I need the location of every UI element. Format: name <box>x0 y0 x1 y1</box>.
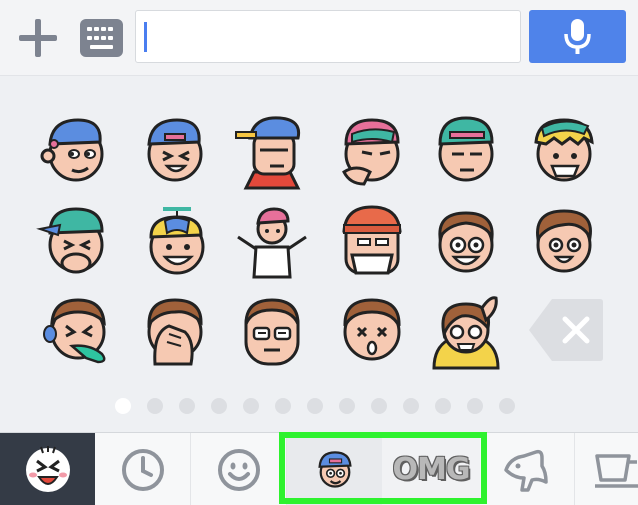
sticker-boy-shrugging[interactable] <box>232 203 312 283</box>
sticker-boy-cap-laughing[interactable] <box>135 112 215 192</box>
page-dot-active <box>115 398 131 414</box>
sticker-boy-covering-mouth[interactable] <box>36 203 116 283</box>
plus-icon[interactable] <box>16 16 60 60</box>
page-dot <box>467 398 483 414</box>
sticker-boy-beanie-mask[interactable] <box>332 203 412 283</box>
page-dot <box>371 398 387 414</box>
sticker-image <box>147 298 203 366</box>
sticker-blond-boy-grin[interactable] <box>524 112 604 192</box>
sticker-boy-green-cap-bored[interactable] <box>426 112 506 192</box>
tab-line-sticker-pack[interactable] <box>0 433 95 505</box>
page-dot <box>499 398 515 414</box>
sticker-image <box>235 116 301 190</box>
page-dot <box>435 398 451 414</box>
cup-icon <box>595 453 638 488</box>
sticker-image <box>343 298 401 361</box>
backspace-icon <box>529 299 603 361</box>
sticker-image <box>237 207 307 279</box>
sticker-image <box>534 118 594 182</box>
sticker-boy-propeller-cap[interactable] <box>135 203 215 283</box>
omg-text-icon: OMG <box>392 452 471 487</box>
clock-icon <box>121 448 164 491</box>
sticker-image <box>432 296 500 370</box>
sticker-image <box>36 207 104 274</box>
sticker-image <box>342 118 400 186</box>
page-dot <box>275 398 291 414</box>
page-dot <box>179 398 195 414</box>
tab-recent[interactable] <box>95 433 191 505</box>
sticker-image <box>438 211 494 273</box>
sticker-girl-nervous[interactable] <box>426 292 506 372</box>
tab-emoji[interactable] <box>191 433 287 505</box>
sticker-boy-cap-smug[interactable] <box>36 112 116 192</box>
sticker-boy-vomiting[interactable] <box>36 292 116 372</box>
sticker-image <box>147 118 203 182</box>
sticker-nerd-smiling[interactable] <box>426 203 506 283</box>
sticker-image <box>438 116 494 182</box>
keyboard-icon[interactable] <box>80 19 123 57</box>
microphone-icon <box>564 19 591 54</box>
page-dot <box>307 398 323 414</box>
sticker-image <box>40 118 104 182</box>
sticker-boy-backward-cap-cool[interactable] <box>232 112 312 192</box>
sticker-image <box>342 205 402 275</box>
tab-cup-pack[interactable] <box>575 433 638 505</box>
message-input-bar <box>0 0 638 76</box>
delete-button[interactable] <box>528 297 604 363</box>
page-indicator <box>115 398 515 414</box>
sticker-nerd-glasses[interactable] <box>232 292 312 372</box>
sticker-boy-happy[interactable] <box>524 203 604 283</box>
text-caret <box>144 22 147 52</box>
page-dot <box>243 398 259 414</box>
page-dot <box>339 398 355 414</box>
sticker-image <box>244 298 300 366</box>
sticker-image <box>536 209 592 273</box>
sticker-boy-dizzy[interactable] <box>332 292 412 372</box>
tab-dog-pack[interactable] <box>480 433 575 505</box>
sticker-boy-facepalm[interactable] <box>135 292 215 372</box>
sticker-image <box>149 207 205 275</box>
tab-omg-pack[interactable]: OMG <box>382 433 480 505</box>
microphone-button[interactable] <box>529 10 626 63</box>
smiley-icon <box>217 448 260 491</box>
sticker-boy-pink-cap-thinking[interactable] <box>332 112 412 192</box>
boy-sticker-icon <box>317 450 352 488</box>
page-dot <box>211 398 227 414</box>
page-dot <box>147 398 163 414</box>
page-dot <box>403 398 419 414</box>
sticker-image <box>43 298 106 364</box>
dog-icon <box>504 449 548 492</box>
message-input[interactable] <box>135 10 521 63</box>
sticker-face-icon <box>25 445 70 492</box>
tab-boy-cap-pack[interactable] <box>287 433 382 505</box>
sticker-tab-bar: OMG <box>0 432 638 505</box>
